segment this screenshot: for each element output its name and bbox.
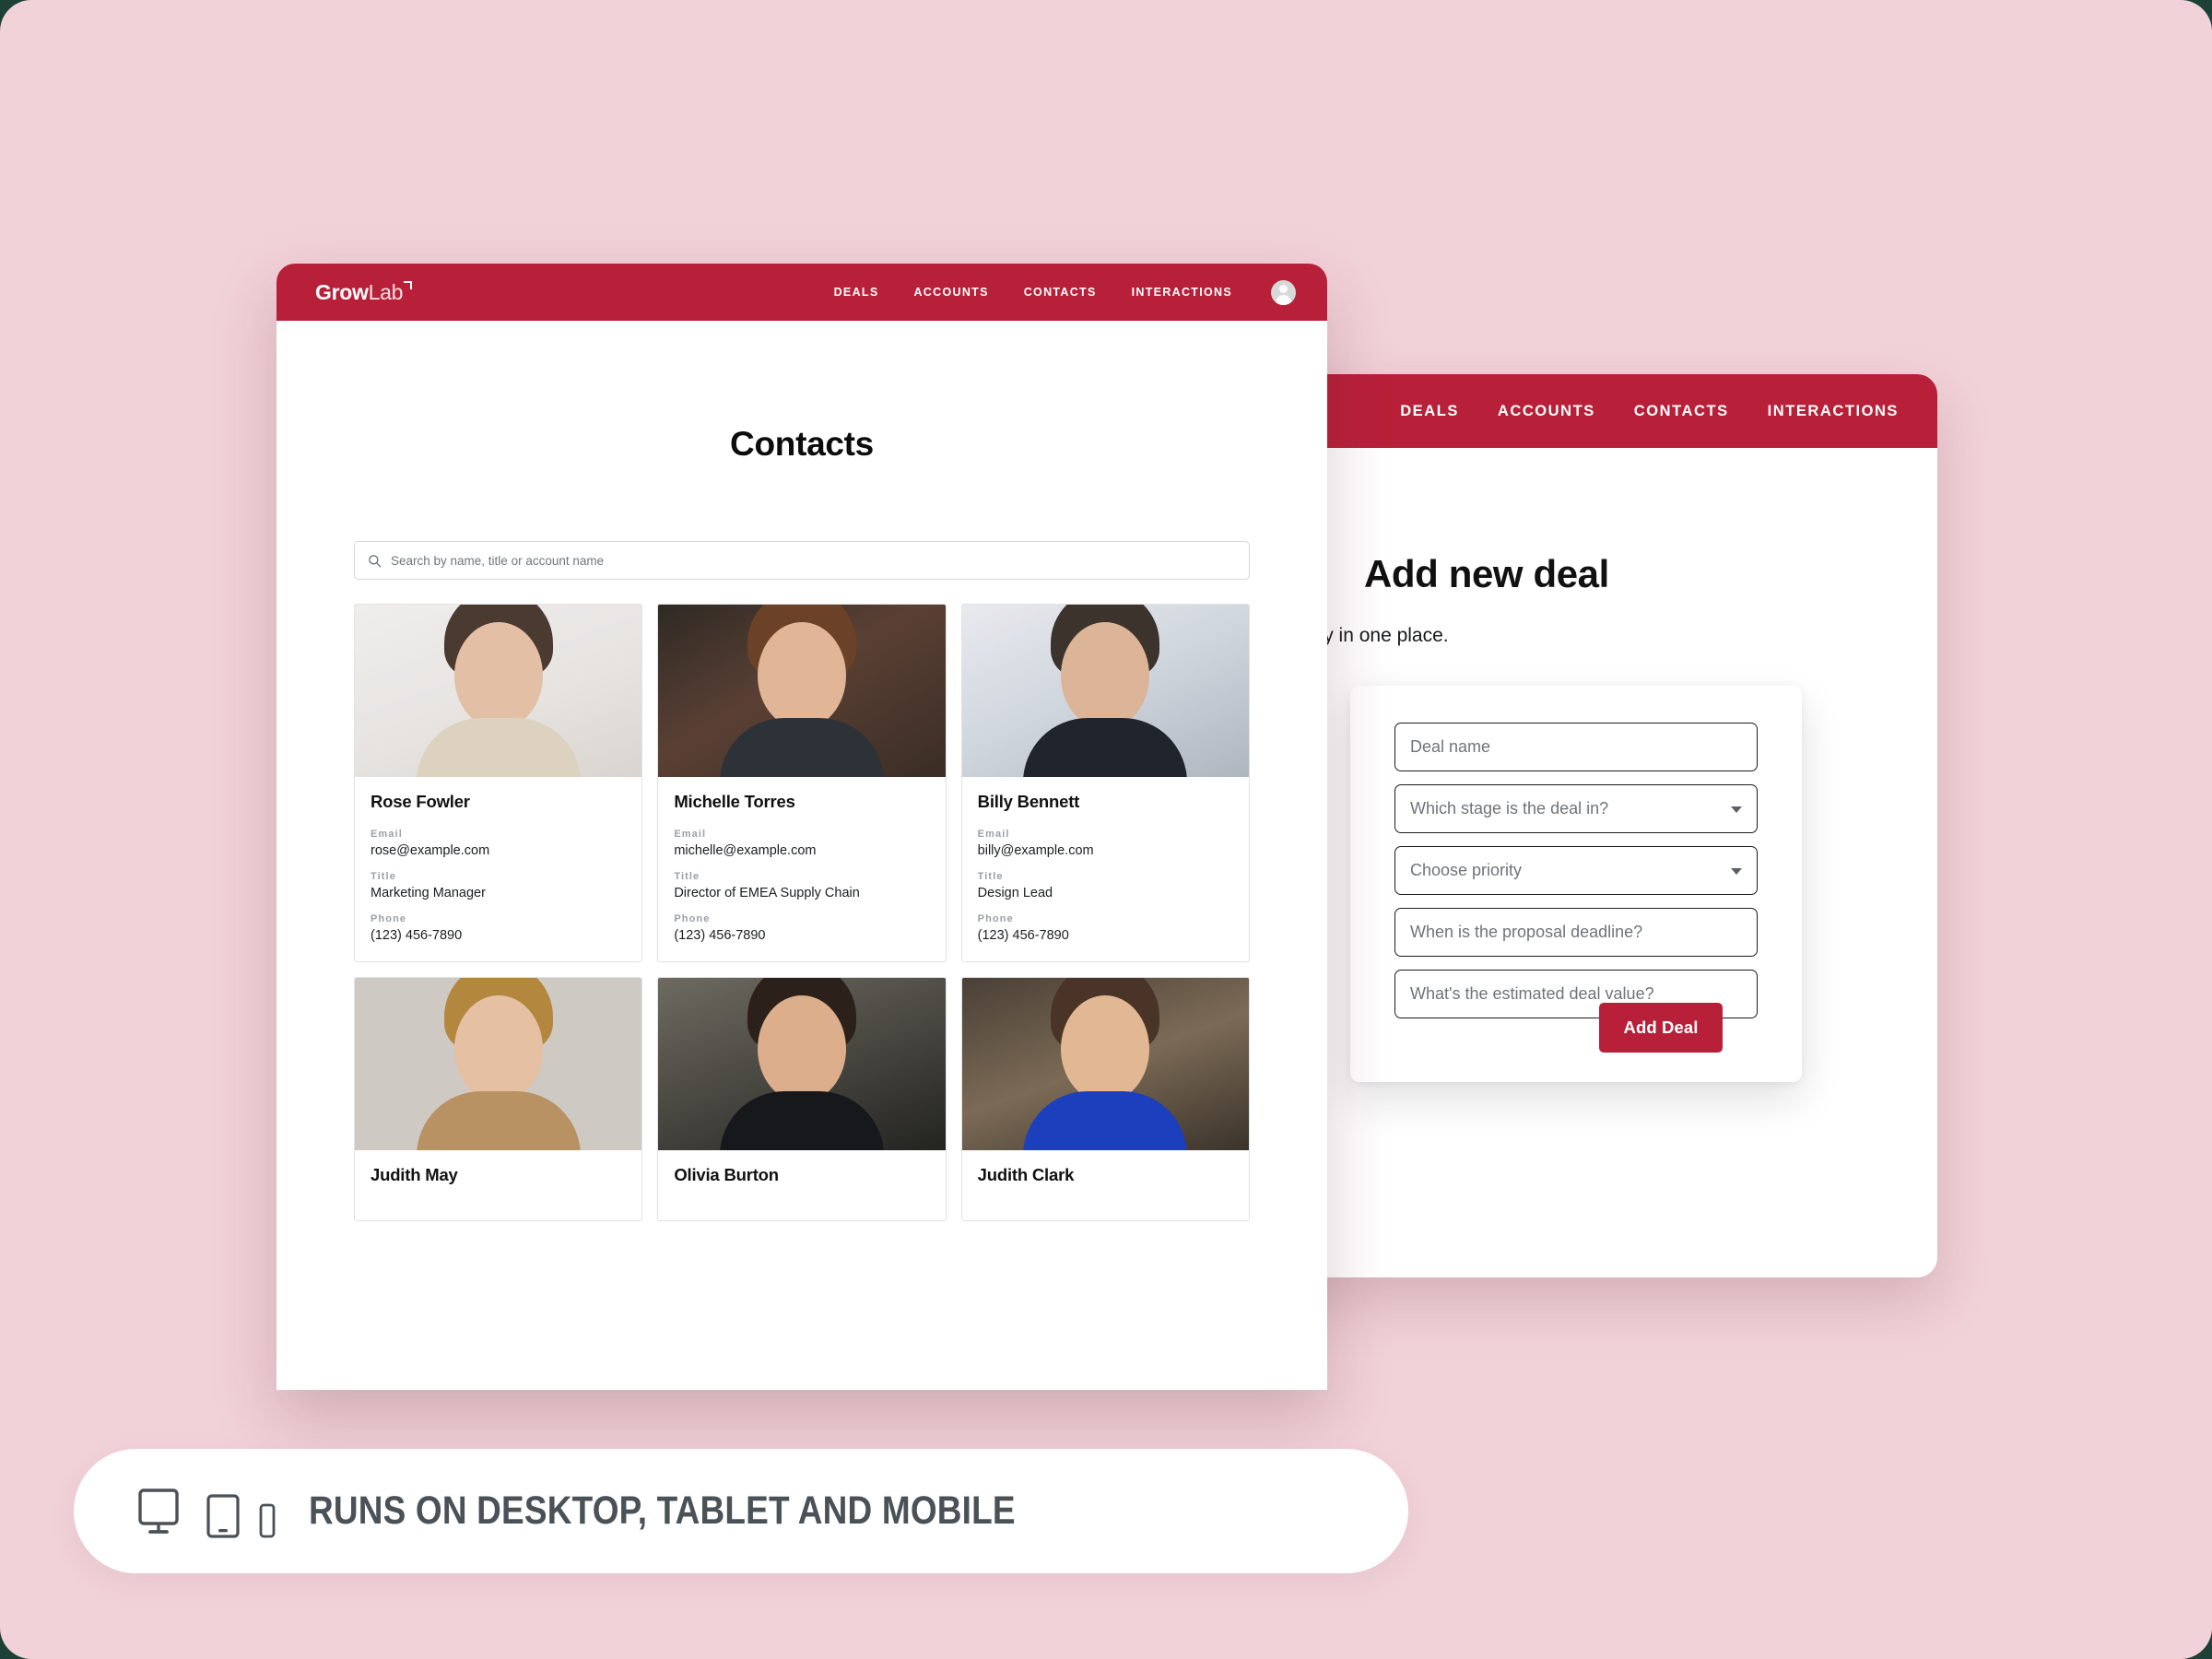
contact-photo <box>658 978 946 1150</box>
contacts-window-nav: DEALS ACCOUNTS CONTACTS INTERACTIONS <box>834 286 1232 299</box>
device-icons <box>133 1483 278 1540</box>
contact-phone: (123) 456-7890 <box>674 928 766 943</box>
deal-priority-select[interactable]: Choose priority <box>1394 846 1758 895</box>
phone-label: Phone <box>977 913 1014 924</box>
contact-card[interactable]: Judith May <box>354 977 643 1221</box>
nav-item-interactions[interactable]: INTERACTIONS <box>1132 286 1232 299</box>
deal-stage-select[interactable]: Which stage is the deal in? <box>1394 784 1758 833</box>
search-bar[interactable] <box>354 541 1250 580</box>
contact-name: Michelle Torres <box>674 792 795 811</box>
nav-item-contacts[interactable]: CONTACTS <box>1024 286 1097 299</box>
title-label: Title <box>674 871 700 882</box>
phone-label: Phone <box>371 913 407 924</box>
page-title: Contacts <box>730 425 874 463</box>
deal-deadline-placeholder: When is the proposal deadline? <box>1410 923 1643 941</box>
contact-info: Michelle Torres Email michelle@example.c… <box>658 777 945 961</box>
contact-info: Judith Clark <box>962 1150 1249 1220</box>
contact-card[interactable]: Olivia Burton <box>657 977 947 1221</box>
contact-title: Design Lead <box>977 886 1053 900</box>
banner-text: RUNS ON DESKTOP, TABLET AND MOBILE <box>309 1488 1016 1533</box>
title-label: Title <box>977 871 1004 882</box>
nav-item-accounts[interactable]: ACCOUNTS <box>1498 403 1595 420</box>
search-icon <box>369 554 382 567</box>
logo-lab-text: Lab <box>368 279 404 304</box>
email-label: Email <box>977 829 1010 840</box>
user-avatar-icon[interactable] <box>1271 279 1296 305</box>
contacts-window-topbar: GrowLab DEALS ACCOUNTS CONTACTS INTERACT… <box>276 264 1327 321</box>
nav-item-interactions[interactable]: INTERACTIONS <box>1768 403 1899 420</box>
contact-name: Olivia Burton <box>674 1165 779 1184</box>
nav-item-deals[interactable]: DEALS <box>1400 403 1459 420</box>
mobile-icon <box>259 1503 276 1537</box>
contact-email: rose@example.com <box>371 843 490 858</box>
contact-card[interactable]: Billy Bennett Email billy@example.com Ti… <box>960 604 1250 962</box>
deal-window-nav: DEALS ACCOUNTS CONTACTS INTERACTIONS <box>1400 403 1899 420</box>
contact-name: Billy Bennett <box>977 792 1080 811</box>
chevron-down-icon <box>1731 806 1742 813</box>
deal-name-field[interactable]: Deal name <box>1394 723 1758 771</box>
contacts-window: GrowLab DEALS ACCOUNTS CONTACTS INTERACT… <box>276 264 1327 1390</box>
search-input[interactable] <box>391 553 1236 568</box>
deal-priority-placeholder: Choose priority <box>1410 861 1523 879</box>
contacts-grid: Rose Fowler Email rose@example.com Title… <box>354 604 1250 1221</box>
contact-card[interactable]: Rose Fowler Email rose@example.com Title… <box>354 604 643 962</box>
contact-info: Olivia Burton <box>658 1150 945 1220</box>
contact-email: billy@example.com <box>977 843 1094 858</box>
contact-name: Judith Clark <box>977 1165 1075 1184</box>
nav-item-contacts[interactable]: CONTACTS <box>1634 403 1729 420</box>
growlab-logo[interactable]: GrowLab <box>315 279 413 305</box>
deal-value-placeholder: What's the estimated deal value? <box>1410 984 1654 1003</box>
deal-stage-placeholder: Which stage is the deal in? <box>1410 799 1609 818</box>
nav-item-accounts[interactable]: ACCOUNTS <box>913 286 988 299</box>
contact-phone: (123) 456-7890 <box>977 928 1069 943</box>
tablet-icon <box>206 1493 240 1538</box>
contact-email: michelle@example.com <box>674 843 817 858</box>
title-label: Title <box>371 871 396 882</box>
add-deal-button[interactable]: Add Deal <box>1599 1003 1723 1053</box>
contact-photo <box>355 605 642 777</box>
logo-mark-icon <box>404 280 413 289</box>
add-deal-form-card: Deal name Which stage is the deal in? Ch… <box>1350 686 1802 1082</box>
contact-title: Director of EMEA Supply Chain <box>674 886 860 900</box>
phone-label: Phone <box>674 913 711 924</box>
nav-item-deals[interactable]: DEALS <box>834 286 879 299</box>
contact-name: Judith May <box>371 1165 458 1184</box>
contact-phone: (123) 456-7890 <box>371 928 463 943</box>
contact-card[interactable]: Judith Clark <box>960 977 1250 1221</box>
platform-banner: RUNS ON DESKTOP, TABLET AND MOBILE <box>74 1449 1408 1573</box>
page-background: DEALS ACCOUNTS CONTACTS INTERACTIONS Add… <box>0 0 2212 1659</box>
deal-deadline-field[interactable]: When is the proposal deadline? <box>1394 908 1758 957</box>
contact-photo <box>355 978 642 1150</box>
contacts-content: Contacts Rose Fowler <box>276 425 1327 1221</box>
desktop-icon <box>138 1488 179 1534</box>
contact-title: Marketing Manager <box>371 886 486 900</box>
contact-card[interactable]: Michelle Torres Email michelle@example.c… <box>657 604 947 962</box>
contact-photo <box>658 605 946 777</box>
contact-info: Rose Fowler Email rose@example.com Title… <box>355 777 641 961</box>
contact-photo <box>961 978 1249 1150</box>
contact-info: Billy Bennett Email billy@example.com Ti… <box>962 777 1249 961</box>
logo-grow-text: Grow <box>315 279 369 304</box>
contact-photo <box>961 605 1249 777</box>
deal-name-placeholder: Deal name <box>1410 737 1491 756</box>
contact-info: Judith May <box>355 1150 641 1220</box>
chevron-down-icon <box>1731 867 1742 875</box>
contact-name: Rose Fowler <box>371 792 470 811</box>
add-deal-heading: Add new deal <box>1364 552 1609 595</box>
email-label: Email <box>674 829 707 840</box>
email-label: Email <box>371 829 403 840</box>
